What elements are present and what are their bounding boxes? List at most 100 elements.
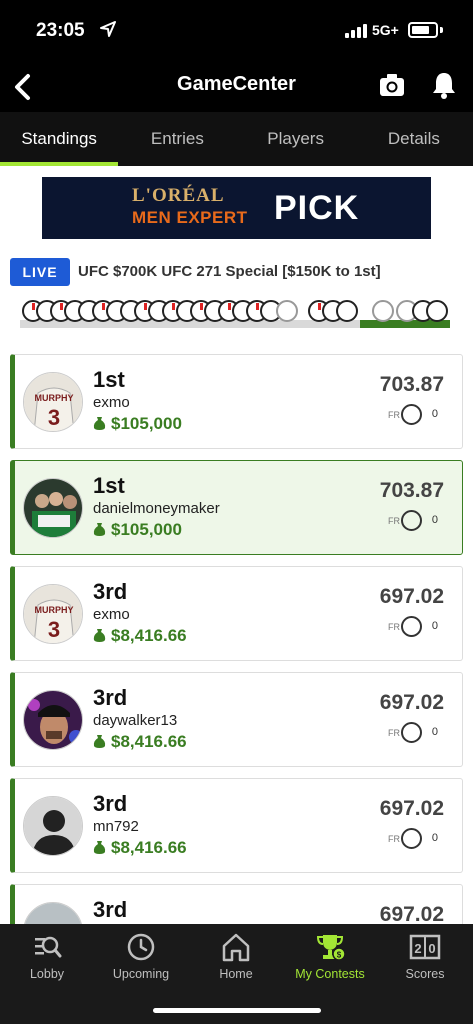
entry-username: daywalker13 bbox=[93, 712, 178, 729]
entry-rank: 3rd bbox=[93, 897, 128, 922]
tab-players[interactable]: Players bbox=[237, 112, 355, 166]
lobby-search-icon bbox=[35, 936, 62, 958]
standings-row[interactable]: 1st danielmoneymaker $105,000 703.87 FR … bbox=[10, 460, 463, 555]
avatar bbox=[23, 478, 83, 538]
entry-prize: $8,416.66 bbox=[93, 838, 187, 858]
fr-label: FR bbox=[388, 516, 400, 526]
scoreboard-icon: 20 bbox=[409, 934, 441, 960]
fighter-chip bbox=[372, 300, 394, 322]
home-indicator bbox=[153, 1008, 321, 1013]
nav-label: My Contests bbox=[295, 967, 365, 981]
nav-home[interactable]: Home bbox=[189, 924, 283, 994]
live-badge: LIVE bbox=[10, 258, 70, 286]
location-arrow-icon bbox=[100, 21, 116, 37]
standings-content[interactable]: L'ORÉAL MEN EXPERT PICK LIVE UFC $700K U… bbox=[0, 166, 473, 924]
entry-prize: $8,416.66 bbox=[93, 626, 187, 646]
tab-details[interactable]: Details bbox=[355, 112, 473, 166]
nav-label: Lobby bbox=[29, 967, 65, 981]
standings-row[interactable]: MURPHY 3 1st exmo $105,000 703.87 FR 0 bbox=[10, 354, 463, 449]
entry-rank: 1st bbox=[93, 367, 125, 392]
fr-label: FR bbox=[388, 410, 400, 420]
svg-text:0: 0 bbox=[428, 941, 435, 956]
avatar bbox=[23, 902, 83, 924]
fr-circle-icon bbox=[401, 404, 422, 425]
svg-text:$: $ bbox=[337, 951, 342, 960]
avatar: MURPHY 3 bbox=[23, 584, 83, 644]
nav-label: Upcoming bbox=[112, 967, 170, 981]
entry-prize: $8,416.66 bbox=[93, 732, 187, 752]
standings-row[interactable]: 3rd mn792 $8,416.66 697.02 FR 0 bbox=[10, 778, 463, 873]
entry-rank: 3rd bbox=[93, 791, 128, 816]
svg-text:2: 2 bbox=[414, 941, 421, 956]
entry-username: exmo bbox=[93, 606, 130, 623]
status-time: 23:05 bbox=[36, 20, 85, 41]
avatar: MURPHY 3 bbox=[23, 372, 83, 432]
fr-count: 0 bbox=[431, 726, 438, 738]
fr-circle-icon bbox=[401, 828, 422, 849]
entry-rank: 1st bbox=[93, 473, 125, 498]
fr-count: 0 bbox=[431, 408, 438, 420]
entry-rank: 3rd bbox=[93, 579, 128, 604]
avatar bbox=[23, 796, 83, 856]
svg-text:MURPHY: MURPHY bbox=[34, 605, 73, 615]
ad-banner[interactable]: L'ORÉAL MEN EXPERT PICK bbox=[42, 177, 431, 239]
entry-prize: $105,000 bbox=[93, 414, 182, 434]
fr-circle-icon bbox=[401, 616, 422, 637]
nav-label: Home bbox=[219, 967, 253, 981]
bell-icon[interactable] bbox=[430, 70, 458, 100]
nav-lobby[interactable]: Lobby bbox=[0, 924, 94, 994]
svg-text:MURPHY: MURPHY bbox=[34, 393, 73, 403]
nav-my-contests[interactable]: $ My Contests bbox=[283, 924, 377, 994]
entry-score: 703.87 bbox=[379, 373, 444, 396]
status-bar: 23:05 5G+ bbox=[0, 0, 473, 62]
contest-title: UFC $700K UFC 271 Special [$150K to 1st] bbox=[78, 263, 381, 280]
entry-score: 697.02 bbox=[379, 585, 444, 608]
signal-icon bbox=[345, 24, 367, 38]
svg-text:3: 3 bbox=[48, 405, 60, 430]
money-bag-icon bbox=[93, 417, 106, 430]
fr-count: 0 bbox=[431, 620, 438, 632]
standings-list: MURPHY 3 1st exmo $105,000 703.87 FR 0 1s… bbox=[10, 354, 463, 924]
camera-icon[interactable] bbox=[378, 71, 406, 99]
money-bag-icon bbox=[93, 841, 106, 854]
trophy-icon: $ bbox=[316, 935, 346, 961]
entry-prize: $105,000 bbox=[93, 520, 182, 540]
entry-username: mn792 bbox=[93, 818, 139, 835]
nav-upcoming[interactable]: Upcoming bbox=[94, 924, 188, 994]
fr-circle-icon bbox=[401, 722, 422, 743]
entry-score: 697.02 bbox=[379, 903, 444, 924]
bottom-nav: Lobby Upcoming Home $ My Contests 20 Sco… bbox=[0, 924, 473, 1024]
fr-circle-icon bbox=[401, 510, 422, 531]
money-bag-icon bbox=[93, 523, 106, 536]
money-bag-icon bbox=[93, 735, 106, 748]
fr-count: 0 bbox=[431, 514, 438, 526]
battery-icon bbox=[408, 22, 438, 38]
standings-row[interactable]: MURPHY 3 3rd exmo $8,416.66 697.02 FR 0 bbox=[10, 566, 463, 661]
fight-progress bbox=[20, 296, 450, 330]
standings-row[interactable]: 3rd 697.02 bbox=[10, 884, 463, 924]
fighter-chip bbox=[276, 300, 298, 322]
fr-label: FR bbox=[388, 728, 400, 738]
ad-cta: PICK bbox=[274, 189, 360, 227]
money-bag-icon bbox=[93, 629, 106, 642]
nav-scores[interactable]: 20 Scores bbox=[378, 924, 472, 994]
entry-score: 697.02 bbox=[379, 797, 444, 820]
clock-icon bbox=[127, 933, 155, 961]
network-type: 5G+ bbox=[372, 22, 399, 38]
fighter-chip bbox=[426, 300, 448, 322]
app-header: GameCenter bbox=[0, 62, 473, 112]
fr-label: FR bbox=[388, 834, 400, 844]
ad-brand: L'ORÉAL bbox=[132, 185, 225, 206]
tab-entries[interactable]: Entries bbox=[118, 112, 236, 166]
svg-text:3: 3 bbox=[48, 617, 60, 642]
home-icon bbox=[222, 933, 250, 962]
ad-brand-sub: MEN EXPERT bbox=[132, 208, 248, 227]
entry-score: 703.87 bbox=[379, 479, 444, 502]
entry-username: danielmoneymaker bbox=[93, 500, 220, 517]
standings-row[interactable]: 3rd daywalker13 $8,416.66 697.02 FR 0 bbox=[10, 672, 463, 767]
tab-standings[interactable]: Standings bbox=[0, 112, 119, 166]
fr-label: FR bbox=[388, 622, 400, 632]
avatar bbox=[23, 690, 83, 750]
entry-username: exmo bbox=[93, 394, 130, 411]
entry-rank: 3rd bbox=[93, 685, 128, 710]
